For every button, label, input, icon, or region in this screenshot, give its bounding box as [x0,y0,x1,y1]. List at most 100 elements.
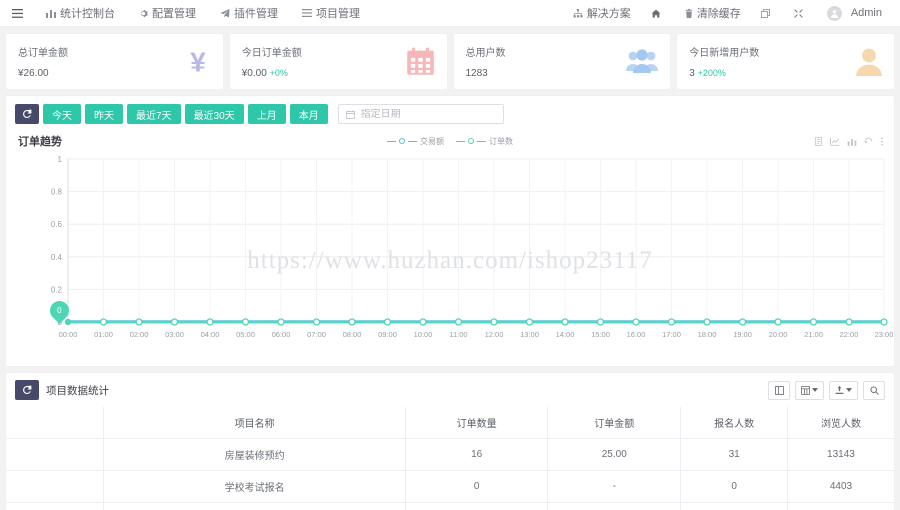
card-title: 总用户数 [465,48,506,59]
user-menu[interactable]: Admin [817,0,892,26]
nav-item-project-management[interactable]: 项目管理 [290,0,372,26]
filter-today-button[interactable]: 今天 [43,104,81,124]
user-name: Admin [850,7,882,19]
column-header-project-name[interactable]: 项目名称 [103,407,407,439]
nav-item-window-restore[interactable] [751,0,784,26]
table-row[interactable]: 房屋装修预约 16 25.00 31 13143 [6,438,894,471]
paper-plane-icon [220,8,230,18]
refresh-button[interactable] [15,104,39,124]
date-input[interactable] [360,108,496,120]
card-value: 1283 [465,68,488,79]
filter-this-month-button[interactable]: 本月 [289,104,328,124]
user-icon [856,48,882,76]
cell-order-count: 0 [405,502,549,510]
chart-canvas[interactable]: https://www.huzhan.com/ishop23117 1 0.8 … [6,151,894,366]
svg-text:01:00: 01:00 [94,330,113,339]
cell-view-count: 1908 [787,502,894,510]
legend-item-transaction-amount[interactable]: 交易额 [387,136,444,147]
trash-icon [685,8,693,18]
more-icon[interactable] [880,136,884,146]
chart-legend: 交易额 订单数 [387,136,513,147]
nav-label: 插件管理 [234,8,278,20]
nav-item-solutions[interactable]: 解决方案 [563,0,641,26]
cell-signup-count: 0 [680,470,788,503]
users-icon [626,48,659,75]
chart-bar-icon [46,9,56,18]
bar-chart-icon[interactable] [847,137,857,146]
nav-item-fullscreen[interactable] [784,0,817,26]
table-row[interactable]: 学校考试报名 0 - 0 4403 [6,470,894,503]
svg-text:11:00: 11:00 [449,330,467,339]
nav-item-clear-cache[interactable]: 清除缓存 [675,0,751,26]
svg-text:0.6: 0.6 [51,220,63,229]
cell-view-count: 4403 [787,470,894,503]
expand-icon [794,8,803,18]
column-header-signup-count[interactable]: 报名人数 [680,407,788,439]
stat-card-total-order-amount[interactable]: 总订单金额 ¥26.00 ¥ [6,34,223,89]
cell-project-name: 学校考试报名 [103,470,407,503]
legend-dash [456,140,465,142]
column-header-view-count[interactable]: 浏览人数 [787,407,894,439]
yen-icon: ¥ [185,47,211,77]
cell-order-count: 0 [405,470,549,503]
legend-marker [399,138,405,144]
svg-text:00:00: 00:00 [59,330,78,339]
filter-last-month-button[interactable]: 上月 [247,104,286,124]
gear-icon [139,9,148,18]
svg-text:20:00: 20:00 [769,330,788,339]
card-title: 总订单金额 [18,48,68,59]
filter-yesterday-button[interactable]: 昨天 [85,104,123,124]
date-filter-toolbar: 今天 昨天 最近7天 最近30天 上月 本月 [6,96,894,131]
save-image-icon[interactable] [814,136,823,146]
nav-item-statistics-console[interactable]: 统计控制台 [34,0,127,26]
line-chart-icon[interactable] [830,137,840,146]
list-icon [302,9,312,17]
stat-card-today-order-amount[interactable]: 今日订单金额 ¥0.00 +0% [229,34,447,89]
chevron-down-icon [812,388,818,392]
header-actions: 解决方案 清除缓存 Admin [563,0,900,26]
svg-text:14:00: 14:00 [556,330,575,339]
filter-last-7-days-button[interactable]: 最近7天 [127,104,181,124]
fullscreen-button[interactable] [768,380,790,400]
table-row[interactable]: 户外活动报名 0 - 92 1908 [6,502,894,510]
legend-label: 订单数 [489,136,513,146]
svg-text:05:00: 05:00 [236,330,255,339]
svg-text:22:00: 22:00 [840,330,859,339]
column-header-blank [6,407,105,439]
table-actions [768,380,885,400]
hamburger-icon[interactable] [0,8,34,18]
nav-item-config-management[interactable]: 配置管理 [127,0,208,26]
card-percent: +200% [697,68,726,78]
filter-last-30-days-button[interactable]: 最近30天 [184,104,244,124]
legend-dash [387,140,396,142]
svg-text:23:00: 23:00 [875,330,894,339]
search-button[interactable] [863,380,885,400]
column-header-order-count[interactable]: 订单数量 [405,407,549,439]
svg-text:16:00: 16:00 [627,330,646,339]
columns-button[interactable] [795,380,824,400]
chart-toolbox [814,136,884,146]
svg-text:09:00: 09:00 [378,330,397,339]
svg-text:02:00: 02:00 [130,330,149,339]
nav-label: 配置管理 [152,8,196,20]
chart-panel: 今天 昨天 最近7天 最近30天 上月 本月 订单趋势 交易额 [6,96,894,366]
column-header-order-amount[interactable]: 订单金额 [547,407,682,439]
user-avatar-icon [826,5,842,21]
table-refresh-button[interactable] [15,380,39,400]
stat-card-total-users[interactable]: 总用户数 1283 [453,34,671,89]
series-point-highlight [64,318,72,326]
cell-blank [6,470,105,503]
stat-cards: 总订单金额 ¥26.00 ¥ 今日订单金额 ¥0.00 +0% 总用户数 128… [0,27,900,89]
svg-text:19:00: 19:00 [733,330,752,339]
nav-item-home[interactable] [641,0,675,26]
panel-title: 项目数据统计 [46,384,109,397]
svg-text:06:00: 06:00 [272,330,291,339]
stat-card-today-new-users[interactable]: 今日新增用户数 3 +200% [677,34,894,89]
home-icon [651,9,661,18]
legend-item-order-count[interactable]: 订单数 [456,136,513,147]
nav-item-plugin-management[interactable]: 插件管理 [208,0,290,26]
cell-order-count: 16 [405,438,549,471]
date-range-field[interactable] [337,104,504,124]
export-button[interactable] [829,380,858,400]
restore-icon[interactable] [864,137,873,146]
